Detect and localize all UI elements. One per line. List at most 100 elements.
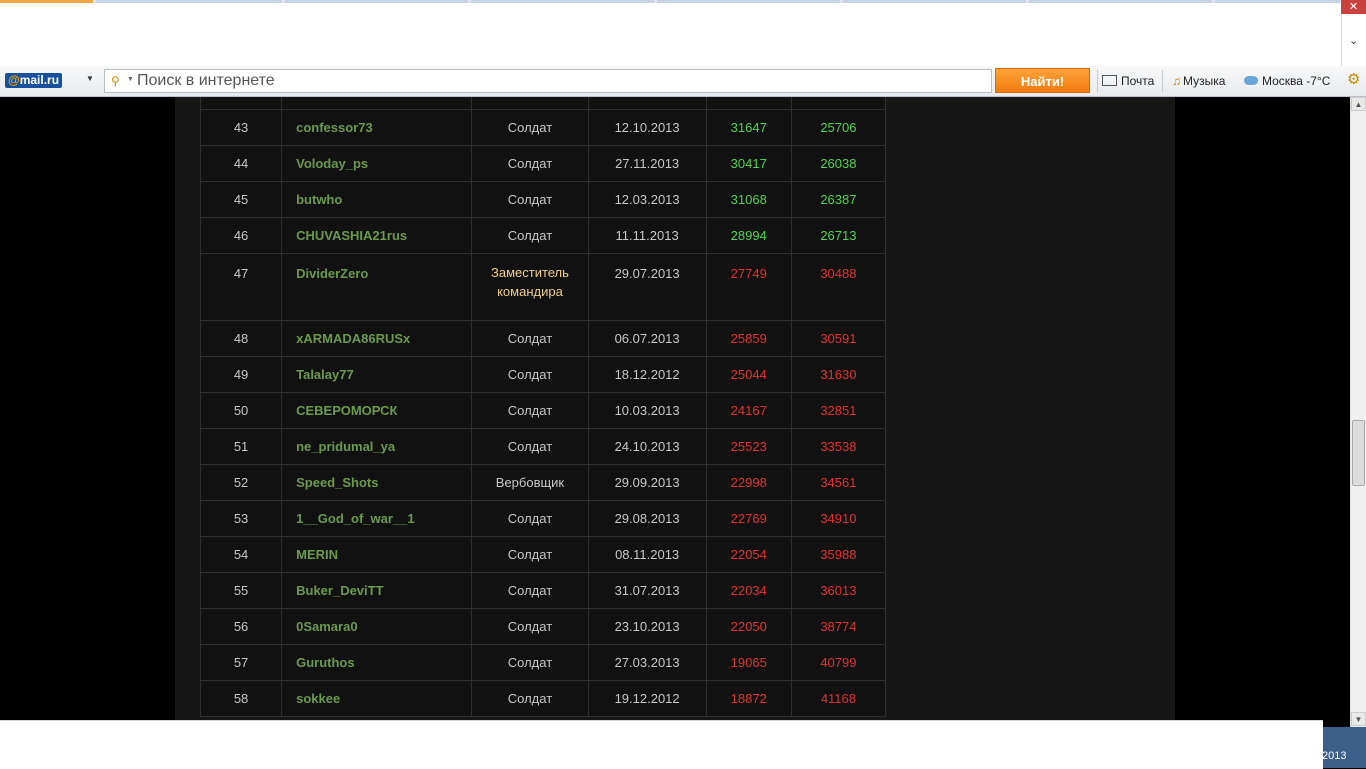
members-table: 43 confessor73 Солдат 12.10.2013 31647 25706 4… bbox=[199, 97, 887, 717]
scroll-thumb[interactable] bbox=[1352, 420, 1365, 486]
logo-at: @ bbox=[8, 73, 20, 87]
tab-strip bbox=[0, 0, 1341, 3]
cell-name[interactable]: sokkee bbox=[281, 680, 473, 717]
weather-label: Москва -7°C bbox=[1262, 74, 1331, 88]
table-row: 52 Speed_Shots Вербовщик 29.09.2013 22998 345… bbox=[199, 464, 887, 501]
cell-rank: Солдат bbox=[471, 608, 589, 645]
cell-num: 54 bbox=[199, 536, 283, 573]
cell-v2: 26387 bbox=[790, 181, 887, 218]
cell-v2: 36013 bbox=[790, 572, 887, 609]
cell-date: 19.12.2012 bbox=[587, 680, 707, 717]
cell-v1 bbox=[705, 97, 792, 110]
cell-rank: Солдат bbox=[471, 356, 589, 393]
cell-name[interactable]: Speed_Shots bbox=[281, 464, 473, 501]
cell-rank bbox=[471, 97, 589, 110]
cell-rank: Солдат bbox=[471, 644, 589, 681]
cell-v1: 25523 bbox=[705, 428, 792, 465]
cell-rank: Солдат bbox=[471, 109, 589, 146]
cell-name[interactable]: Talalay77 bbox=[281, 356, 473, 393]
cell-v2: 30488 bbox=[790, 253, 887, 321]
table-row: 54 MERIN Солдат 08.11.2013 22054 35988 bbox=[199, 536, 887, 573]
cell-name[interactable]: Voloday_ps bbox=[281, 145, 473, 182]
cell-v2: 26713 bbox=[790, 217, 887, 254]
table-row: 43 confessor73 Солдат 12.10.2013 31647 25706 bbox=[199, 109, 887, 146]
table-row: 44 Voloday_ps Солдат 27.11.2013 30417 26038 bbox=[199, 145, 887, 182]
cell-rank: Солдат bbox=[471, 181, 589, 218]
cell-name[interactable]: butwho bbox=[281, 181, 473, 218]
cell-v1: 31647 bbox=[705, 109, 792, 146]
close-button[interactable]: ✕ bbox=[1341, 0, 1366, 14]
search-input[interactable] bbox=[137, 72, 977, 90]
cell-date: 29.08.2013 bbox=[587, 500, 707, 537]
cell-name[interactable]: MERIN bbox=[281, 536, 473, 573]
weather-icon bbox=[1244, 76, 1258, 85]
table-row: 51 ne_pridumal_ya Солдат 24.10.2013 25523 335… bbox=[199, 428, 887, 465]
mailru-toolbar: @mail.ru ▼ ⚲ ▼ Найти! Почта ♫Музыка Моск… bbox=[0, 66, 1366, 97]
table-row: 49 Talalay77 Солдат 18.12.2012 25044 31630 bbox=[199, 356, 887, 393]
cell-date: 11.11.2013 bbox=[587, 217, 707, 254]
toolbar-divider bbox=[1162, 70, 1163, 92]
search-dropdown-icon[interactable]: ▼ bbox=[127, 76, 134, 83]
find-button[interactable]: Найти! bbox=[995, 68, 1090, 93]
mailru-logo[interactable]: @mail.ru bbox=[5, 73, 63, 88]
cell-date: 24.10.2013 bbox=[587, 428, 707, 465]
cell-date: 29.07.2013 bbox=[587, 253, 707, 321]
cell-v2: 25706 bbox=[790, 109, 887, 146]
table-row: 58 sokkee Солдат 19.12.2012 18872 41168 bbox=[199, 680, 887, 717]
cell-num: 49 bbox=[199, 356, 283, 393]
table-row: 45 butwho Солдат 12.03.2013 31068 26387 bbox=[199, 181, 887, 218]
cell-num: 57 bbox=[199, 644, 283, 681]
table-row: 57 Guruthos Солдат 27.03.2013 19065 40799 bbox=[199, 644, 887, 681]
cell-num: 55 bbox=[199, 572, 283, 609]
cell-v2: 34561 bbox=[790, 464, 887, 501]
logo-dropdown-icon[interactable]: ▼ bbox=[86, 74, 94, 83]
cell-rank: Солдат bbox=[471, 536, 589, 573]
cell-date: 08.11.2013 bbox=[587, 536, 707, 573]
mail-link[interactable]: Почта bbox=[1102, 72, 1154, 90]
mail-icon bbox=[1102, 75, 1117, 86]
scroll-up-icon[interactable]: ▲ bbox=[1351, 97, 1366, 111]
cell-date bbox=[587, 97, 707, 110]
chevron-down-icon[interactable]: ⌄ bbox=[1349, 36, 1359, 47]
cell-num: 48 bbox=[199, 320, 283, 357]
settings-icon[interactable]: ⚙ bbox=[1347, 72, 1363, 88]
cell-v2: 41168 bbox=[790, 680, 887, 717]
vertical-scrollbar[interactable]: ▲ ▼ bbox=[1350, 97, 1366, 727]
cell-date: 18.12.2012 bbox=[587, 356, 707, 393]
cell-name[interactable]: CHUVASHIA21rus bbox=[281, 217, 473, 254]
cell-v2: 32851 bbox=[790, 392, 887, 429]
cell-name[interactable]: confessor73 bbox=[281, 109, 473, 146]
cell-name[interactable]: СЕВЕРОМОРСК bbox=[281, 392, 473, 429]
cell-v2: 31630 bbox=[790, 356, 887, 393]
cell-name[interactable]: Buker_DeviTT bbox=[281, 572, 473, 609]
cell-v2 bbox=[790, 97, 887, 110]
cell-name[interactable]: xARMADA86RUSx bbox=[281, 320, 473, 357]
table-row: 47 DividerZero Заместитель командира 29.07.… bbox=[199, 253, 887, 321]
cell-name[interactable]: DividerZero bbox=[281, 253, 473, 321]
cell-num: 44 bbox=[199, 145, 283, 182]
scroll-down-icon[interactable]: ▼ bbox=[1351, 712, 1366, 726]
table-row: 53 1__God_of_war__1 Солдат 29.08.2013 22769 3… bbox=[199, 500, 887, 537]
cell-v1: 28994 bbox=[705, 217, 792, 254]
cell-name[interactable]: ne_pridumal_ya bbox=[281, 428, 473, 465]
cell-v1: 25044 bbox=[705, 356, 792, 393]
cell-date: 10.03.2013 bbox=[587, 392, 707, 429]
cell-num: 52 bbox=[199, 464, 283, 501]
cell-name[interactable]: 0Samara0 bbox=[281, 608, 473, 645]
table-row: 48 xARMADA86RUSx Солдат 06.07.2013 25859 3059… bbox=[199, 320, 887, 357]
music-link[interactable]: ♫ Музыка bbox=[1172, 72, 1225, 90]
cell-name[interactable]: Guruthos bbox=[281, 644, 473, 681]
search-key-icon[interactable]: ⚲ bbox=[111, 74, 125, 88]
title-area bbox=[0, 0, 1341, 66]
cell-name[interactable]: 1__God_of_war__1 bbox=[281, 500, 473, 537]
cell-v1: 19065 bbox=[705, 644, 792, 681]
cell-num: 51 bbox=[199, 428, 283, 465]
cell-v1: 24167 bbox=[705, 392, 792, 429]
cell-v2: 33538 bbox=[790, 428, 887, 465]
cell-rank: Солдат bbox=[471, 680, 589, 717]
weather-link[interactable]: Москва -7°C bbox=[1244, 72, 1330, 90]
mail-label: Почта bbox=[1121, 74, 1155, 88]
cell-v1: 27749 bbox=[705, 253, 792, 321]
music-label: Музыка bbox=[1183, 74, 1226, 88]
search-box[interactable]: ⚲ ▼ bbox=[104, 69, 992, 93]
